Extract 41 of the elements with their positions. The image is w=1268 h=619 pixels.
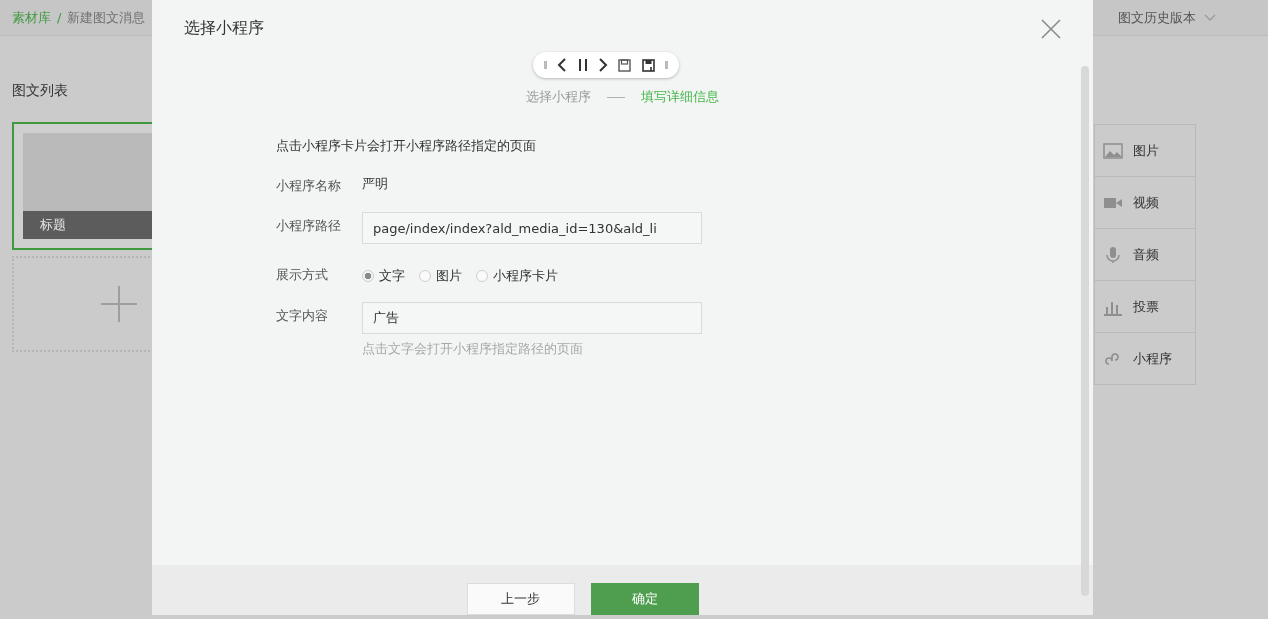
media-item[interactable]: 音频 <box>1095 229 1195 281</box>
input-field[interactable]: page/index/index?ald_media_id=130&ald_li <box>362 212 702 244</box>
back-button[interactable]: 上一步 <box>466 583 575 615</box>
field-label: 小程序路径 <box>276 217 342 235</box>
step-label: 选择小程序 <box>526 88 591 106</box>
media-item[interactable]: 投票 <box>1095 281 1195 333</box>
close-icon[interactable] <box>1041 18 1061 39</box>
previous-icon[interactable] <box>557 58 568 72</box>
radio-option[interactable]: 文字 <box>362 267 405 285</box>
grip-icon <box>544 61 548 69</box>
radio-option[interactable]: 图片 <box>419 267 462 285</box>
step-label: 填写详细信息 <box>641 88 719 106</box>
save-icon[interactable] <box>618 58 632 72</box>
microphone-icon <box>1103 245 1123 264</box>
list-title: 图文列表 <box>12 82 69 100</box>
field-value: 严明 <box>362 175 388 193</box>
breadcrumb-item: 新建图文消息 <box>67 8 146 27</box>
radio-option[interactable]: 小程序卡片 <box>476 267 558 285</box>
pause-icon[interactable] <box>577 58 588 72</box>
chevron-down-icon <box>1204 13 1216 22</box>
field-hint: 点击文字会打开小程序指定路径的页面 <box>362 340 584 358</box>
media-item[interactable]: 视频 <box>1095 177 1195 229</box>
radio-button[interactable] <box>362 270 374 282</box>
radio-button[interactable] <box>476 270 488 282</box>
next-icon[interactable] <box>598 58 608 72</box>
radio-button[interactable] <box>419 270 431 282</box>
intro-text: 点击小程序卡片会打开小程序路径指定的页面 <box>276 137 537 155</box>
history-menu[interactable]: 图文历史版本 <box>1118 8 1216 27</box>
scrollbar[interactable] <box>1081 66 1089 596</box>
dialog-title: 选择小程序 <box>184 18 264 39</box>
picture-icon <box>1103 141 1123 160</box>
media-item[interactable]: 图片 <box>1095 125 1195 177</box>
breadcrumb-separator: / <box>57 10 62 25</box>
field-label: 文字内容 <box>276 307 329 325</box>
save-as-icon[interactable] <box>641 58 655 72</box>
media-item[interactable]: 小程序 <box>1095 333 1195 384</box>
field-label: 小程序名称 <box>276 177 342 195</box>
input-field[interactable]: 广告 <box>362 302 702 334</box>
field-label: 展示方式 <box>276 266 329 284</box>
grip-icon <box>664 61 668 69</box>
plus-icon <box>101 286 137 322</box>
